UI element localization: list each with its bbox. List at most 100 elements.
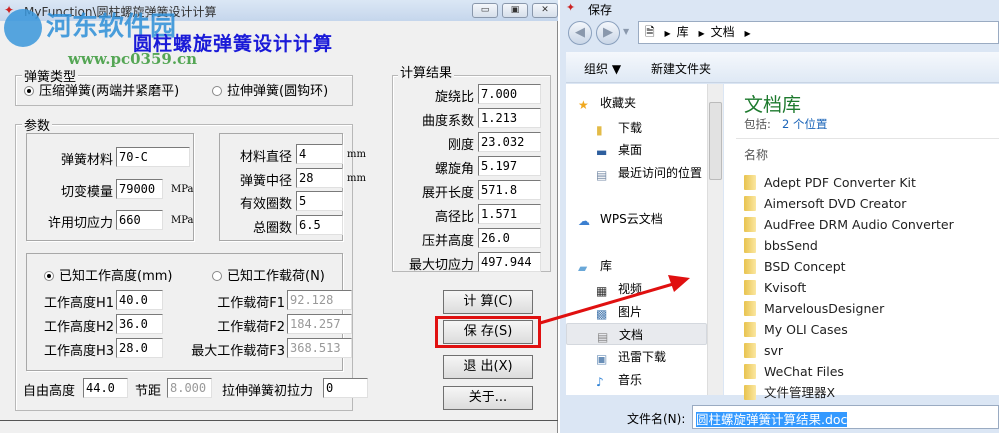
spring-calculator-window: ✦ MyFunction\圆柱螺旋弹簧设计计算 ▭ ▣ ✕ 河东软件园 www.… xyxy=(0,0,558,433)
nav-item[interactable]: ▮ 下载 xyxy=(566,117,707,139)
init-tension-input[interactable]: 0 xyxy=(323,378,368,398)
file-list-item[interactable]: My OLI Cases xyxy=(744,319,848,340)
new-folder-button[interactable]: 新建文件夹 xyxy=(651,60,711,77)
radio-extension[interactable]: 拉伸弹簧(圆钩环) xyxy=(212,80,328,99)
active-coils-label: 有效圈数 xyxy=(239,197,292,212)
save-highlight-box xyxy=(435,316,541,348)
cloud-icon: ☁ xyxy=(578,214,590,228)
pitch-label: 节距 xyxy=(135,384,162,399)
load-f2-input[interactable]: 184.257 xyxy=(287,314,352,334)
file-list-item[interactable]: WeChat Files xyxy=(744,361,844,382)
free-height-input[interactable]: 44.0 xyxy=(83,378,128,398)
total-coils-label: 总圈数 xyxy=(252,221,292,236)
exit-button[interactable]: 退 出(X) xyxy=(443,355,533,379)
nav-scrollbar[interactable] xyxy=(707,84,723,395)
file-list-item[interactable]: MarvelousDesigner xyxy=(744,298,884,319)
mpa-unit: MPa xyxy=(171,184,194,195)
radio-known-load[interactable]: 已知工作载荷(N) xyxy=(212,265,325,284)
history-dropdown-icon[interactable]: ▼ xyxy=(623,27,629,36)
result-value: 571.8 xyxy=(478,180,541,200)
result-value: 5.197 xyxy=(478,156,541,176)
radio-compression[interactable]: 压缩弹簧(两端并紧磨平) xyxy=(24,80,179,99)
dialog-icon: ✦ xyxy=(566,1,576,14)
forward-button[interactable]: ▶ xyxy=(596,21,620,45)
folder-icon xyxy=(744,343,756,358)
result-value: 26.0 xyxy=(478,228,541,248)
close-button[interactable]: ✕ xyxy=(532,3,558,18)
about-button[interactable]: 关于... xyxy=(443,386,533,410)
wire-dia-input[interactable]: 4 xyxy=(296,144,343,164)
maximize-button[interactable]: ▣ xyxy=(502,3,528,18)
height-h2-label: 工作高度H2 xyxy=(43,320,114,335)
folder-icon xyxy=(744,364,756,379)
height-h2-input[interactable]: 36.0 xyxy=(116,314,163,334)
filename-input[interactable]: 圆柱螺旋弹簧计算结果.doc xyxy=(692,405,999,429)
breadcrumb-documents[interactable]: 文档 xyxy=(711,25,735,39)
material-label: 弹簧材料 xyxy=(60,153,113,168)
nav-item[interactable]: ▩ 图片 xyxy=(566,301,707,323)
total-coils-input[interactable]: 6.5 xyxy=(296,215,343,235)
mean-dia-input[interactable]: 28 xyxy=(296,168,343,188)
includes-label: 包括: xyxy=(744,117,771,131)
file-list-item[interactable]: bbsSend xyxy=(744,235,818,256)
file-list-item[interactable]: BSD Concept xyxy=(744,256,846,277)
folder-icon xyxy=(744,217,756,232)
result-label: 最大切应力 xyxy=(408,258,474,273)
file-list-item[interactable]: Adept PDF Converter Kit xyxy=(744,172,916,193)
init-tension-label: 拉伸弹簧初拉力 xyxy=(222,384,314,399)
nav-item[interactable]: ▤ 最近访问的位置 xyxy=(566,162,707,184)
height-h3-label: 工作高度H3 xyxy=(43,344,114,359)
load-f1-input[interactable]: 92.128 xyxy=(287,290,352,310)
nav-item[interactable]: ▰ 库 xyxy=(566,255,707,277)
nav-item[interactable]: ▬ 桌面 xyxy=(566,139,707,161)
shear-modulus-input[interactable]: 79000 xyxy=(116,179,163,199)
allow-stress-input[interactable]: 660 xyxy=(116,210,163,230)
allow-stress-label: 许用切应力 xyxy=(47,216,113,231)
radio-known-height[interactable]: 已知工作高度(mm) xyxy=(44,265,172,284)
folder-icon xyxy=(744,238,756,253)
star-icon: ★ xyxy=(578,98,589,112)
nav-item[interactable]: ▣ 迅雷下载 xyxy=(566,346,707,368)
mpa-unit: MPa xyxy=(171,215,194,226)
document-icon: 🗎 xyxy=(645,25,655,39)
mm-unit: mm xyxy=(347,173,366,184)
file-list-item[interactable]: svr xyxy=(744,340,783,361)
back-button[interactable]: ◀ xyxy=(568,21,592,45)
load-f1-label: 工作载荷F1 xyxy=(217,296,285,311)
result-label: 旋绕比 xyxy=(434,90,474,105)
file-list-item[interactable]: Kvisoft xyxy=(744,277,806,298)
nav-item[interactable]: ♪ 音乐 xyxy=(566,369,707,391)
organize-menu[interactable]: 组织 ▼ xyxy=(584,60,621,77)
recent-icon: ▤ xyxy=(596,168,608,182)
dialog-title: 保存 xyxy=(588,3,613,17)
calculate-button[interactable]: 计 算(C) xyxy=(443,290,533,314)
height-h3-input[interactable]: 28.0 xyxy=(116,338,163,358)
height-h1-input[interactable]: 40.0 xyxy=(116,290,163,310)
nav-item[interactable]: ▤ 文档 xyxy=(566,323,707,345)
mean-dia-label: 弹簧中径 xyxy=(239,174,292,189)
folder-icon xyxy=(744,196,756,211)
load-f2-label: 工作载荷F2 xyxy=(217,320,285,335)
material-input[interactable]: 70-C xyxy=(116,147,190,167)
nav-item[interactable]: ★ 收藏夹 xyxy=(566,92,707,114)
nav-item[interactable]: ▦ 视频 xyxy=(566,278,707,300)
result-value: 23.032 xyxy=(478,132,541,152)
column-header-name[interactable]: 名称 xyxy=(744,146,768,163)
address-bar[interactable]: 🗎 ▶ 库 ▶ 文档 ▶ xyxy=(638,21,999,44)
file-list-item[interactable]: 文件管理器X xyxy=(744,382,835,403)
file-list-item[interactable]: Aimersoft DVD Creator xyxy=(744,193,906,214)
active-coils-input[interactable]: 5 xyxy=(296,191,343,211)
file-list-item[interactable]: AudFree DRM Audio Converter xyxy=(744,214,954,235)
load-f3-input[interactable]: 368.513 xyxy=(287,338,352,358)
folder-icon xyxy=(744,280,756,295)
result-value: 1.213 xyxy=(478,108,541,128)
result-label: 螺旋角 xyxy=(434,162,474,177)
minimize-button[interactable]: ▭ xyxy=(472,3,498,18)
breadcrumb-library[interactable]: 库 xyxy=(677,25,689,39)
scrollbar-thumb[interactable] xyxy=(709,102,722,180)
includes-locations-link[interactable]: 2 个位置 xyxy=(782,116,827,132)
pitch-input[interactable]: 8.000 xyxy=(167,378,212,398)
filename-label: 文件名(N): xyxy=(627,412,686,426)
result-label: 压并高度 xyxy=(421,234,474,249)
nav-item[interactable]: ☁ WPS云文档 xyxy=(566,208,707,230)
